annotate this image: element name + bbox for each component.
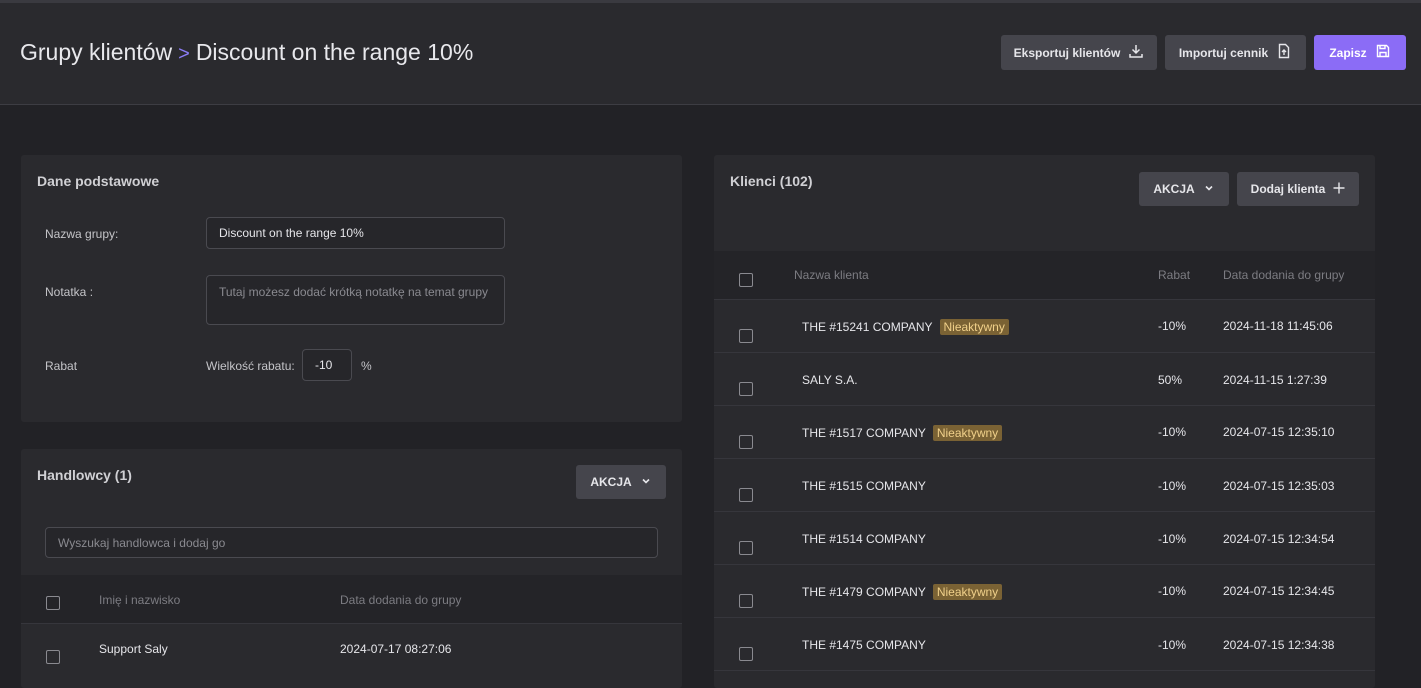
add-client-button[interactable]: Dodaj klienta <box>1237 172 1359 206</box>
select-all-sellers-checkbox[interactable] <box>46 596 60 610</box>
row-checkbox[interactable] <box>739 435 753 449</box>
save-button[interactable]: Zapisz <box>1314 35 1406 70</box>
client-name: THE #1479 COMPANY <box>802 585 926 599</box>
client-name-cell[interactable]: THE #1479 COMPANY Nieaktywny <box>802 584 1003 600</box>
client-date: 2024-11-18 11:45:06 <box>1223 319 1333 333</box>
client-name[interactable]: THE #1514 COMPANY <box>802 532 926 546</box>
breadcrumb-parent[interactable]: Grupy klientów <box>20 39 172 65</box>
clients-action-label: AKCJA <box>1153 182 1195 196</box>
note-textarea[interactable]: Tutaj możesz dodać krótką notatkę na tem… <box>206 275 505 325</box>
status-badge: Nieaktywny <box>939 319 1009 335</box>
column-header-name: Imię i nazwisko <box>99 593 181 607</box>
row-checkbox[interactable] <box>46 650 60 664</box>
table-row[interactable]: THE #15241 COMPANY Nieaktywny -10% 2024-1… <box>714 299 1375 352</box>
client-name[interactable]: THE #1475 COMPANY <box>802 638 926 652</box>
breadcrumb-separator: > <box>178 43 190 65</box>
seller-name: Support Saly <box>99 642 168 656</box>
sellers-title: Handlowcy (1) <box>37 467 132 483</box>
group-name-input[interactable]: Discount on the range 10% <box>206 217 505 249</box>
client-name: THE #15241 COMPANY <box>802 320 933 334</box>
client-name-cell[interactable]: THE #1517 COMPANY Nieaktywny <box>802 425 1003 441</box>
chevron-down-icon <box>640 475 652 490</box>
table-row[interactable]: THE #1517 COMPANY Nieaktywny -10% 2024-07… <box>714 405 1375 458</box>
client-name-cell[interactable]: THE #15241 COMPANY Nieaktywny <box>802 319 1009 335</box>
basic-data-card: Dane podstawowe Nazwa grupy: Discount on… <box>21 155 682 422</box>
sellers-action-label: AKCJA <box>590 475 632 489</box>
table-row[interactable]: THE #1475 COMPANY -10% 2024-07-15 12:34:… <box>714 617 1375 670</box>
sellers-card: Handlowcy (1) AKCJA Wyszukaj handlowca i… <box>21 449 682 688</box>
client-discount: 50% <box>1158 373 1183 387</box>
discount-size-label: Wielkość rabatu: <box>206 359 295 373</box>
discount-input[interactable]: -10 <box>302 349 352 381</box>
row-checkbox[interactable] <box>739 382 753 396</box>
clients-table-header: Nazwa klienta Rabat Data dodania do grup… <box>714 251 1375 299</box>
add-client-label: Dodaj klienta <box>1250 182 1326 196</box>
column-header-client-name: Nazwa klienta <box>794 268 869 282</box>
column-header-date: Data dodania do grupy <box>340 593 462 607</box>
table-row[interactable]: THE #1514 COMPANY -10% 2024-07-15 12:34:… <box>714 511 1375 564</box>
row-checkbox[interactable] <box>739 329 753 343</box>
note-label: Notatka : <box>45 285 94 299</box>
sellers-action-button[interactable]: AKCJA <box>576 465 666 499</box>
client-discount: -10% <box>1158 638 1187 652</box>
group-name-label: Nazwa grupy: <box>45 227 119 241</box>
clients-action-button[interactable]: AKCJA <box>1139 172 1229 206</box>
client-discount: -10% <box>1158 319 1187 333</box>
export-clients-button[interactable]: Eksportuj klientów <box>1001 35 1157 70</box>
seller-search-input[interactable]: Wyszukaj handlowca i dodaj go <box>45 527 658 558</box>
client-discount: -10% <box>1158 425 1187 439</box>
row-checkbox[interactable] <box>739 594 753 608</box>
client-discount: -10% <box>1158 532 1187 546</box>
client-date: 2024-07-15 12:34:38 <box>1223 638 1335 652</box>
discount-unit: % <box>361 359 372 373</box>
table-row[interactable]: THE #1479 COMPANY Nieaktywny -10% 2024-07… <box>714 564 1375 617</box>
plus-icon <box>1333 182 1345 197</box>
client-name[interactable]: THE #1515 COMPANY <box>802 479 926 493</box>
discount-label: Rabat <box>45 359 78 373</box>
client-discount: -10% <box>1158 584 1187 598</box>
status-badge: Nieaktywny <box>932 584 1003 600</box>
row-checkbox[interactable] <box>739 647 753 661</box>
table-row-partial <box>714 670 1375 688</box>
save-label: Zapisz <box>1329 45 1367 60</box>
table-row[interactable]: SALY S.A. 50% 2024-11-15 1:27:39 <box>714 352 1375 405</box>
row-checkbox[interactable] <box>739 541 753 555</box>
row-checkbox[interactable] <box>739 488 753 502</box>
download-icon <box>1128 43 1144 62</box>
table-row[interactable]: THE #1515 COMPANY -10% 2024-07-15 12:35:… <box>714 458 1375 511</box>
client-date: 2024-07-15 12:35:03 <box>1223 479 1335 493</box>
file-upload-icon <box>1276 43 1292 62</box>
page-header: Grupy klientów > Discount on the range 10%… <box>0 3 1421 105</box>
client-name[interactable]: SALY S.A. <box>802 373 858 387</box>
clients-title: Klienci (102) <box>730 173 813 189</box>
status-badge: Nieaktywny <box>932 425 1003 441</box>
column-header-date-added: Data dodania do grupy <box>1223 268 1345 282</box>
import-pricelist-label: Importuj cennik <box>1178 45 1269 60</box>
select-all-clients-checkbox[interactable] <box>739 273 753 287</box>
chevron-down-icon <box>1203 182 1215 197</box>
export-clients-label: Eksportuj klientów <box>1013 45 1121 60</box>
client-date: 2024-07-15 12:34:54 <box>1223 532 1335 546</box>
client-date: 2024-11-15 1:27:39 <box>1223 373 1327 387</box>
import-pricelist-button[interactable]: Importuj cennik <box>1165 35 1306 70</box>
client-date: 2024-07-15 12:35:10 <box>1223 425 1335 439</box>
client-discount: -10% <box>1158 479 1187 493</box>
breadcrumb: Grupy klientów > Discount on the range 10% <box>20 39 473 66</box>
clients-card: Klienci (102) AKCJA Dodaj klienta Nazwa … <box>714 155 1375 688</box>
client-date: 2024-07-15 12:34:45 <box>1223 584 1335 598</box>
basic-data-title: Dane podstawowe <box>37 173 160 189</box>
client-name: THE #1517 COMPANY <box>802 426 926 440</box>
seller-date: 2024-07-17 08:27:06 <box>340 642 452 656</box>
table-row[interactable]: Support Saly 2024-07-17 08:27:06 <box>21 623 682 676</box>
floppy-disk-icon <box>1375 43 1391 62</box>
page-title: Discount on the range 10% <box>195 39 474 65</box>
sellers-table-header: Imię i nazwisko Data dodania do grupy <box>21 575 682 623</box>
column-header-discount: Rabat <box>1158 268 1191 282</box>
